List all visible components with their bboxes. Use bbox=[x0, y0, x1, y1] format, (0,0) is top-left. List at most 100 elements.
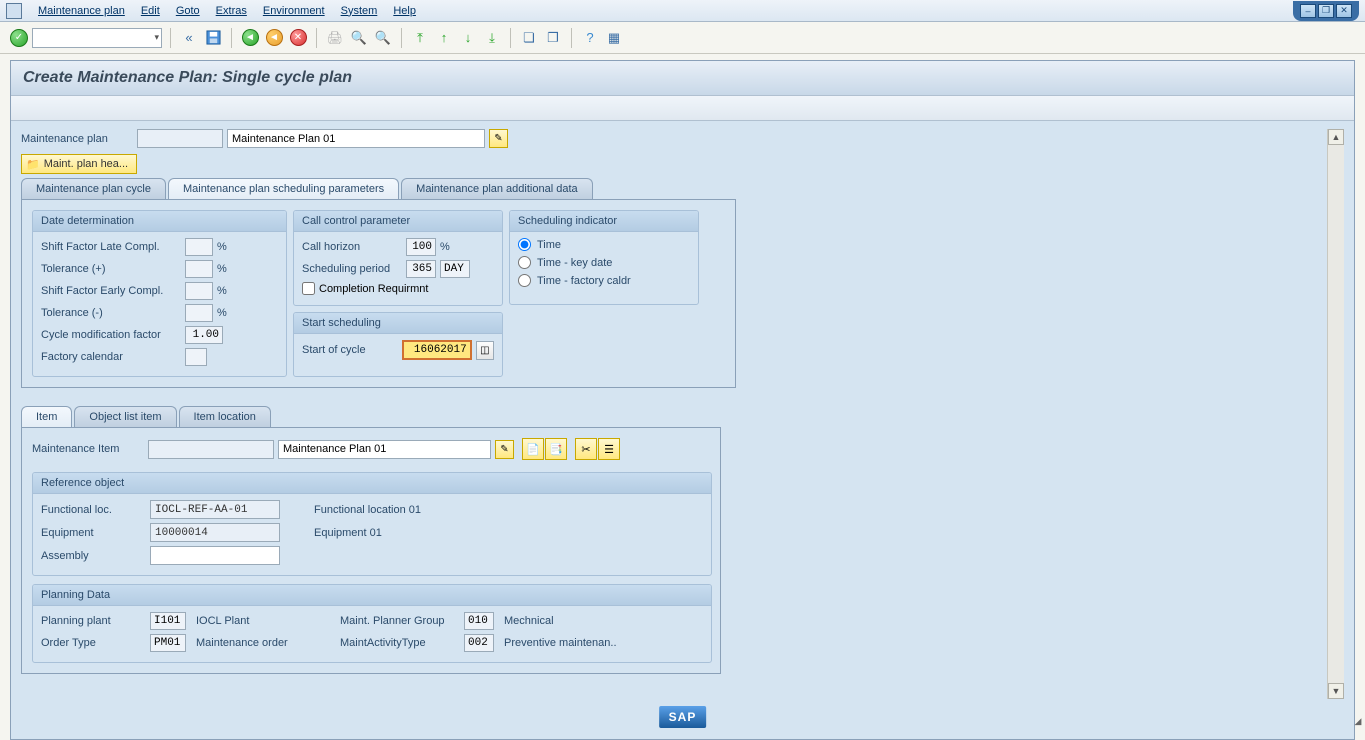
item-long-text-icon[interactable]: ✎ bbox=[495, 440, 514, 459]
factory-cal-input[interactable] bbox=[185, 348, 207, 366]
maximize-button[interactable]: ❐ bbox=[1318, 4, 1334, 18]
edit-long-text-icon[interactable]: ✎ bbox=[489, 129, 508, 148]
page-title: Create Maintenance Plan: Single cycle pl… bbox=[23, 69, 1342, 87]
last-page-icon[interactable]: ⤓ bbox=[482, 28, 502, 48]
scroll-down-icon[interactable]: ▼ bbox=[1328, 683, 1344, 699]
find-next-icon: 🔍 bbox=[373, 28, 393, 48]
func-loc-input[interactable] bbox=[150, 500, 280, 519]
radio-time-cal-label: Time - factory caldr bbox=[537, 275, 631, 287]
sched-indicator-title: Scheduling indicator bbox=[510, 211, 698, 232]
exit-icon[interactable]: ◄ bbox=[264, 28, 284, 48]
menu-edit[interactable]: Edit bbox=[133, 2, 168, 20]
layout-icon[interactable]: ▦ bbox=[604, 28, 624, 48]
menu-maintenance-plan[interactable]: Maintenance plan bbox=[30, 2, 133, 20]
select-item-icon[interactable]: ☰ bbox=[598, 438, 620, 460]
window-controls: – ❐ ✕ bbox=[1293, 1, 1359, 21]
func-loc-desc: Functional location 01 bbox=[314, 504, 421, 516]
title-bar: Create Maintenance Plan: Single cycle pl… bbox=[11, 61, 1354, 96]
minimize-button[interactable]: – bbox=[1300, 4, 1316, 18]
top-tab-strip: Maintenance plan cycle Maintenance plan … bbox=[21, 178, 736, 200]
maintenance-item-desc-input[interactable] bbox=[278, 440, 491, 459]
resize-grip-icon[interactable]: ◢ bbox=[1351, 714, 1365, 728]
vertical-scrollbar[interactable]: ▲ ▼ bbox=[1327, 129, 1344, 699]
prev-page-icon[interactable]: ↑ bbox=[434, 28, 454, 48]
planner-group-input[interactable] bbox=[464, 612, 494, 630]
reference-object-title: Reference object bbox=[33, 473, 711, 494]
call-control-title: Call control parameter bbox=[294, 211, 502, 232]
tab-additional-data[interactable]: Maintenance plan additional data bbox=[401, 178, 592, 199]
command-field[interactable] bbox=[32, 28, 162, 48]
shift-early-label: Shift Factor Early Compl. bbox=[41, 285, 181, 297]
sched-period-unit-input[interactable] bbox=[440, 260, 470, 278]
find-icon: 🔍 bbox=[349, 28, 369, 48]
create-item-icon[interactable]: 📄 bbox=[522, 438, 544, 460]
maint-plan-header-button[interactable]: 📁 Maint. plan hea... bbox=[21, 154, 137, 174]
enter-icon[interactable]: ✓ bbox=[10, 29, 28, 47]
close-button[interactable]: ✕ bbox=[1336, 4, 1352, 18]
maintenance-plan-desc-input[interactable] bbox=[227, 129, 485, 148]
shift-late-input[interactable] bbox=[185, 238, 213, 256]
menu-bar: Maintenance plan Edit Goto Extras Enviro… bbox=[0, 0, 1365, 22]
menu-system[interactable]: System bbox=[333, 2, 386, 20]
shortcut-icon[interactable]: ❐ bbox=[543, 28, 563, 48]
tab-maintenance-plan-cycle[interactable]: Maintenance plan cycle bbox=[21, 178, 166, 199]
app-menu-icon[interactable] bbox=[6, 3, 22, 19]
tol-minus-input[interactable] bbox=[185, 304, 213, 322]
date-picker-icon[interactable]: ◫ bbox=[476, 341, 494, 360]
back-icon[interactable]: ◄ bbox=[240, 28, 260, 48]
tab-item[interactable]: Item bbox=[21, 406, 72, 427]
radio-time-key[interactable] bbox=[518, 256, 531, 269]
sub-toolbar bbox=[11, 96, 1354, 121]
back-arrows-icon[interactable]: « bbox=[179, 28, 199, 48]
next-page-icon[interactable]: ↓ bbox=[458, 28, 478, 48]
menu-help[interactable]: Help bbox=[385, 2, 424, 20]
completion-req-checkbox[interactable] bbox=[302, 282, 315, 295]
equipment-label: Equipment bbox=[41, 527, 146, 539]
call-horizon-input[interactable] bbox=[406, 238, 436, 256]
func-loc-label: Functional loc. bbox=[41, 504, 146, 516]
equipment-desc: Equipment 01 bbox=[314, 527, 382, 539]
radio-time[interactable] bbox=[518, 238, 531, 251]
activity-type-input[interactable] bbox=[464, 634, 494, 652]
shift-early-input[interactable] bbox=[185, 282, 213, 300]
cycle-mod-input[interactable] bbox=[185, 326, 223, 344]
radio-time-key-label: Time - key date bbox=[537, 257, 612, 269]
copy-item-icon[interactable]: 📑 bbox=[545, 438, 567, 460]
cancel-icon[interactable]: ✕ bbox=[288, 28, 308, 48]
menu-goto[interactable]: Goto bbox=[168, 2, 208, 20]
save-icon[interactable] bbox=[203, 28, 223, 48]
order-type-input[interactable] bbox=[150, 634, 186, 652]
top-tab-body: Date determination Shift Factor Late Com… bbox=[21, 200, 736, 388]
sched-period-input[interactable] bbox=[406, 260, 436, 278]
start-scheduling-title: Start scheduling bbox=[294, 313, 502, 334]
activity-type-desc: Preventive maintenan.. bbox=[504, 637, 617, 649]
folder-icon: 📁 bbox=[26, 158, 40, 171]
radio-time-cal[interactable] bbox=[518, 274, 531, 287]
cut-item-icon[interactable]: ✂ bbox=[575, 438, 597, 460]
maintenance-plan-label: Maintenance plan bbox=[21, 133, 133, 145]
tab-item-location[interactable]: Item location bbox=[179, 406, 271, 427]
planning-plant-input[interactable] bbox=[150, 612, 186, 630]
sched-period-label: Scheduling period bbox=[302, 263, 402, 275]
tab-object-list-item[interactable]: Object list item bbox=[74, 406, 176, 427]
planning-data-title: Planning Data bbox=[33, 585, 711, 606]
assembly-input[interactable] bbox=[150, 546, 280, 565]
first-page-icon[interactable]: ⤒ bbox=[410, 28, 430, 48]
menu-environment[interactable]: Environment bbox=[255, 2, 333, 20]
activity-type-label: MaintActivityType bbox=[340, 637, 460, 649]
start-cycle-input[interactable] bbox=[402, 340, 472, 360]
call-horizon-label: Call horizon bbox=[302, 241, 402, 253]
order-type-desc: Maintenance order bbox=[196, 637, 336, 649]
date-determination-title: Date determination bbox=[33, 211, 286, 232]
tab-scheduling-parameters[interactable]: Maintenance plan scheduling parameters bbox=[168, 178, 399, 199]
planner-group-desc: Mechnical bbox=[504, 615, 554, 627]
scroll-up-icon[interactable]: ▲ bbox=[1328, 129, 1344, 145]
equipment-input[interactable] bbox=[150, 523, 280, 542]
help-icon[interactable]: ? bbox=[580, 28, 600, 48]
tol-plus-input[interactable] bbox=[185, 260, 213, 278]
menu-extras[interactable]: Extras bbox=[208, 2, 255, 20]
new-session-icon[interactable]: ❏ bbox=[519, 28, 539, 48]
maintenance-plan-code-input[interactable] bbox=[137, 129, 223, 148]
sap-logo: SAP bbox=[659, 706, 707, 728]
maintenance-item-code-input[interactable] bbox=[148, 440, 274, 459]
